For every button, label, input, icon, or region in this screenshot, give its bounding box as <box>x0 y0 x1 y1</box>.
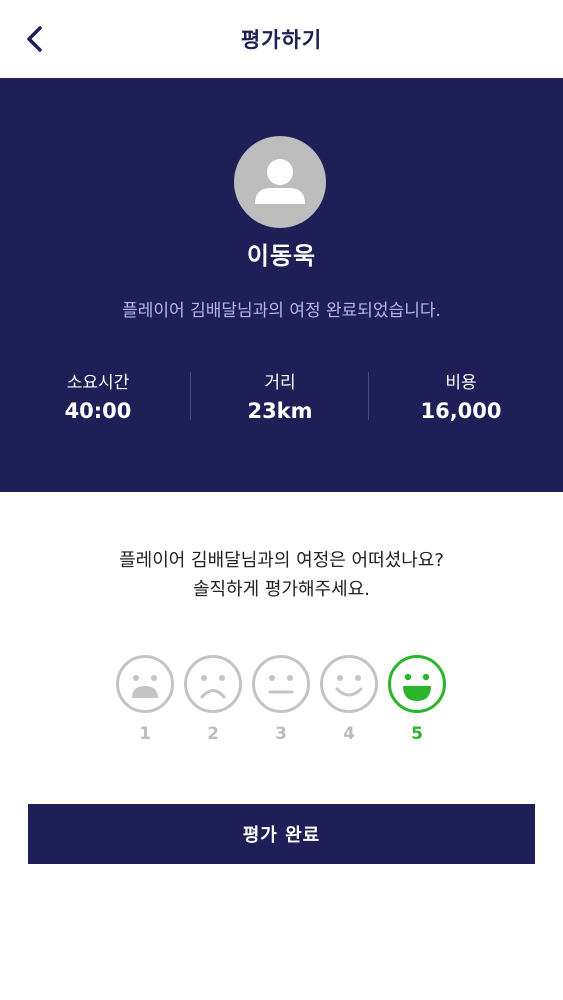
rating-number: 2 <box>207 724 219 744</box>
question-line-1: 플레이어 김배달님과의 여정은 어떠셨나요? <box>119 550 444 571</box>
page-title: 평가하기 <box>240 28 323 52</box>
stat-duration: 소요시간 40:00 <box>4 368 192 423</box>
stat-label: 비용 <box>445 373 477 393</box>
stat-value: 23km <box>247 399 313 423</box>
stat-value: 16,000 <box>420 399 502 423</box>
stat-value: 40:00 <box>64 399 132 423</box>
rating-question: 플레이어 김배달님과의 여정은 어떠셨나요? 솔직하게 평가해주세요. <box>0 546 563 604</box>
rating-number: 4 <box>343 724 355 744</box>
sad-face-icon <box>184 655 242 713</box>
trip-complete-message: 플레이어 김배달님과의 여정 완료되었습니다. <box>122 301 441 321</box>
rating-option-4[interactable]: 4 <box>319 654 379 744</box>
neutral-face-icon <box>252 655 310 713</box>
rating-options: 1 2 3 4 5 <box>0 654 563 754</box>
rating-screen: 평가하기 이동욱 플레이어 김배달님과의 여정 완료되었습니다. 소요시간 40… <box>0 0 563 1000</box>
rating-option-5[interactable]: 5 <box>387 654 447 744</box>
rating-number: 5 <box>411 724 423 744</box>
rating-number: 1 <box>139 724 151 744</box>
trip-summary-panel: 이동욱 플레이어 김배달님과의 여정 완료되었습니다. 소요시간 40:00 거… <box>0 78 563 492</box>
very-sad-face-icon <box>116 655 174 713</box>
trip-stats: 소요시간 40:00 거리 23km 비용 16,000 <box>0 368 563 428</box>
question-line-2: 솔직하게 평가해주세요. <box>192 579 371 600</box>
smile-face-icon <box>320 655 378 713</box>
stat-label: 거리 <box>264 373 296 393</box>
avatar <box>234 136 326 228</box>
rating-option-2[interactable]: 2 <box>183 654 243 744</box>
driver-name: 이동욱 <box>246 242 317 270</box>
user-icon <box>255 159 305 204</box>
rating-option-3[interactable]: 3 <box>251 654 311 744</box>
top-bar: 평가하기 <box>0 0 563 78</box>
rating-option-1[interactable]: 1 <box>115 654 175 744</box>
stat-distance: 거리 23km <box>186 368 374 423</box>
rating-number: 3 <box>275 724 287 744</box>
submit-rating-button[interactable]: 평가 완료 <box>28 804 535 864</box>
stat-cost: 비용 16,000 <box>367 368 555 423</box>
happy-face-icon <box>388 655 446 713</box>
stat-label: 소요시간 <box>66 373 130 393</box>
